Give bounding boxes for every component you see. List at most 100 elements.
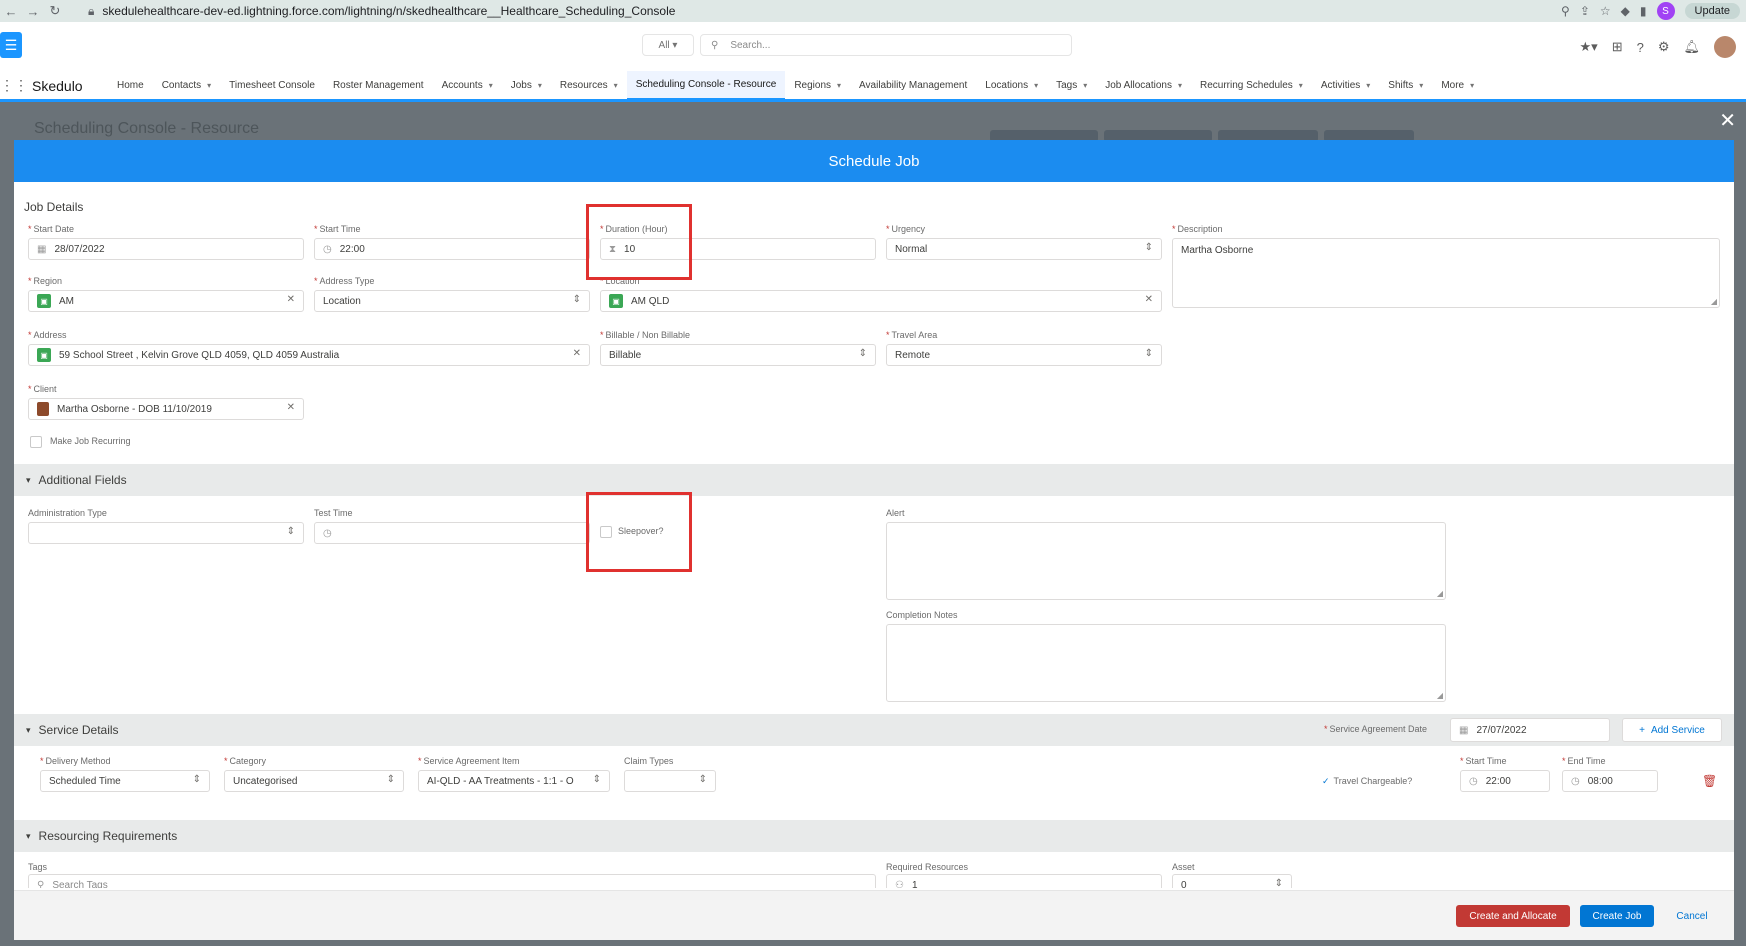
region-lookup[interactable]: ▣ AM ✕ bbox=[28, 290, 304, 312]
add-service-button[interactable]: + Add Service bbox=[1622, 718, 1722, 742]
create-and-allocate-button[interactable]: Create and Allocate bbox=[1456, 905, 1570, 927]
chevron-down-icon[interactable]: ▾ bbox=[1083, 81, 1087, 90]
global-actions-icon[interactable]: ⊞ bbox=[1612, 39, 1623, 55]
bookmark-star-icon[interactable]: ☆ bbox=[1600, 4, 1611, 18]
delivery-method-select[interactable]: Scheduled Time ⇕ bbox=[40, 770, 210, 792]
chevron-down-icon[interactable]: ▾ bbox=[538, 81, 542, 90]
chevron-down-icon: ▾ bbox=[26, 724, 31, 735]
sidebar-icon[interactable]: ▮ bbox=[1640, 4, 1647, 18]
asset-field[interactable]: 0 ⇕ bbox=[1172, 874, 1292, 888]
clear-icon[interactable]: ✕ bbox=[287, 294, 295, 305]
additional-fields-section[interactable]: ▾ Additional Fields bbox=[14, 464, 1734, 496]
location-record-icon: ▣ bbox=[609, 294, 623, 308]
category-select[interactable]: Uncategorised ⇕ bbox=[224, 770, 404, 792]
nav-item-timesheet-console[interactable]: Timesheet Console bbox=[220, 71, 324, 101]
nav-item-recurring-schedules[interactable]: Recurring Schedules ▾ bbox=[1191, 71, 1312, 101]
back-icon[interactable]: ← bbox=[0, 0, 22, 22]
notifications-bell-icon[interactable]: 🔔︎ bbox=[1683, 39, 1700, 55]
nav-item-scheduling-console-resource[interactable]: Scheduling Console - Resource bbox=[626, 70, 786, 101]
profile-avatar[interactable]: S bbox=[1656, 2, 1675, 20]
chevron-down-icon[interactable]: ▾ bbox=[207, 81, 211, 90]
test-time-field[interactable]: ◷ bbox=[314, 522, 590, 544]
resize-grip-icon[interactable]: ◢ bbox=[1711, 297, 1717, 306]
chevron-down-icon[interactable]: ▾ bbox=[837, 81, 841, 90]
global-search-input[interactable]: ⚲ Search... bbox=[700, 34, 1072, 56]
modal-close-icon[interactable]: ✕ bbox=[1719, 108, 1736, 133]
app-launcher-icon[interactable]: ⋮⋮ bbox=[0, 77, 28, 94]
app-logo-icon[interactable]: ☰ bbox=[0, 32, 22, 58]
client-lookup[interactable]: Martha Osborne - DOB 11/10/2019 ✕ bbox=[28, 398, 304, 420]
nav-item-locations[interactable]: Locations ▾ bbox=[976, 71, 1047, 101]
claim-types-select[interactable]: ⇕ bbox=[624, 770, 716, 792]
extensions-icon[interactable]: ◆ bbox=[1621, 4, 1630, 18]
chevron-down-icon[interactable]: ▾ bbox=[1470, 81, 1474, 90]
setup-gear-icon[interactable]: ⚙ bbox=[1658, 39, 1670, 55]
nav-item-job-allocations[interactable]: Job Allocations ▾ bbox=[1096, 71, 1191, 101]
required-resources-field[interactable]: ⚇ 1 bbox=[886, 874, 1162, 888]
resourcing-requirements-section[interactable]: ▾ Resourcing Requirements bbox=[14, 820, 1734, 852]
clear-icon[interactable]: ✕ bbox=[287, 402, 295, 413]
nav-item-shifts[interactable]: Shifts ▾ bbox=[1379, 71, 1432, 101]
billable-label: * Billable / Non Billable bbox=[600, 330, 691, 340]
nav-item-accounts[interactable]: Accounts ▾ bbox=[433, 71, 502, 101]
nav-item-resources[interactable]: Resources ▾ bbox=[551, 71, 627, 101]
create-job-button[interactable]: Create Job bbox=[1580, 905, 1654, 927]
share-icon[interactable]: ⇪ bbox=[1580, 4, 1590, 18]
chevron-down-icon[interactable]: ▾ bbox=[614, 81, 618, 90]
nav-item-contacts[interactable]: Contacts ▾ bbox=[153, 71, 220, 101]
start-time-field[interactable]: ◷ 22:00 bbox=[314, 238, 590, 260]
chevron-down-icon[interactable]: ▾ bbox=[1419, 81, 1423, 90]
stepper-icon[interactable]: ⇕ bbox=[1275, 878, 1283, 888]
service-end-time-field[interactable]: ◷ 08:00 bbox=[1562, 770, 1658, 792]
travel-area-select[interactable]: Remote ⇕ bbox=[886, 344, 1162, 366]
chevron-down-icon[interactable]: ▾ bbox=[1178, 81, 1182, 90]
description-label: * Description bbox=[1172, 224, 1223, 234]
recurring-checkbox[interactable] bbox=[30, 436, 42, 448]
description-textarea[interactable]: Martha Osborne ◢ bbox=[1172, 238, 1720, 308]
urgency-select[interactable]: Normal ⇕ bbox=[886, 238, 1162, 260]
billable-value: Billable bbox=[609, 349, 642, 361]
location-lookup[interactable]: ▣ AM QLD ✕ bbox=[600, 290, 1162, 312]
chevron-down-icon[interactable]: ▾ bbox=[1034, 81, 1038, 90]
nav-item-availability-management[interactable]: Availability Management bbox=[850, 71, 976, 101]
nav-item-regions[interactable]: Regions ▾ bbox=[785, 71, 850, 101]
chevron-down-icon[interactable]: ▾ bbox=[1299, 81, 1303, 90]
nav-item-jobs[interactable]: Jobs ▾ bbox=[502, 71, 551, 101]
resize-grip-icon[interactable]: ◢ bbox=[1437, 691, 1443, 700]
favorites-icon[interactable]: ★▾ bbox=[1580, 39, 1598, 55]
service-agreement-date-field[interactable]: ▦ 27/07/2022 bbox=[1450, 718, 1610, 742]
search-scope-select[interactable]: All ▾ bbox=[642, 34, 694, 56]
start-date-field[interactable]: ▦ 28/07/2022 bbox=[28, 238, 304, 260]
billable-select[interactable]: Billable ⇕ bbox=[600, 344, 876, 366]
nav-item-tags[interactable]: Tags ▾ bbox=[1047, 71, 1096, 101]
nav-item-roster-management[interactable]: Roster Management bbox=[324, 71, 433, 101]
resize-grip-icon[interactable]: ◢ bbox=[1437, 589, 1443, 598]
user-avatar[interactable] bbox=[1714, 36, 1736, 58]
zoom-icon[interactable]: ⚲ bbox=[1561, 4, 1570, 18]
clear-icon[interactable]: ✕ bbox=[573, 348, 581, 359]
service-agreement-item-select[interactable]: AI-QLD - AA Treatments - 1:1 - O ⇕ bbox=[418, 770, 610, 792]
chevron-down-icon[interactable]: ▾ bbox=[489, 81, 493, 90]
nav-item-home[interactable]: Home bbox=[108, 71, 153, 101]
claim-types-label: Claim Types bbox=[624, 756, 674, 766]
clear-icon[interactable]: ✕ bbox=[1145, 294, 1153, 305]
nav-item-activities[interactable]: Activities ▾ bbox=[1312, 71, 1379, 101]
required-resources-label: Required Resources bbox=[886, 862, 969, 872]
update-button[interactable]: Update bbox=[1684, 3, 1740, 19]
search-scope-label: All bbox=[658, 39, 670, 51]
delete-service-trash-icon[interactable]: 🗑︎ bbox=[1702, 774, 1717, 788]
service-start-time-field[interactable]: ◷ 22:00 bbox=[1460, 770, 1550, 792]
tags-search-input[interactable]: ⚲ Search Tags bbox=[28, 874, 876, 888]
forward-icon[interactable]: → bbox=[22, 0, 44, 22]
address-type-select[interactable]: Location ⇕ bbox=[314, 290, 590, 312]
completion-notes-textarea[interactable]: ◢ bbox=[886, 624, 1446, 702]
reload-icon[interactable]: ↻ bbox=[44, 0, 66, 22]
administration-type-select[interactable]: ⇕ bbox=[28, 522, 304, 544]
alert-textarea[interactable]: ◢ bbox=[886, 522, 1446, 600]
nav-item-more[interactable]: More ▾ bbox=[1432, 71, 1483, 101]
address-lookup[interactable]: ▣ 59 School Street , Kelvin Grove QLD 40… bbox=[28, 344, 590, 366]
cancel-button[interactable]: Cancel bbox=[1664, 905, 1720, 927]
help-icon[interactable]: ? bbox=[1637, 40, 1644, 55]
address-bar[interactable]: 🔒︎ skedulehealthcare-dev-ed.lightning.fo… bbox=[88, 1, 1488, 21]
chevron-down-icon[interactable]: ▾ bbox=[1366, 81, 1370, 90]
